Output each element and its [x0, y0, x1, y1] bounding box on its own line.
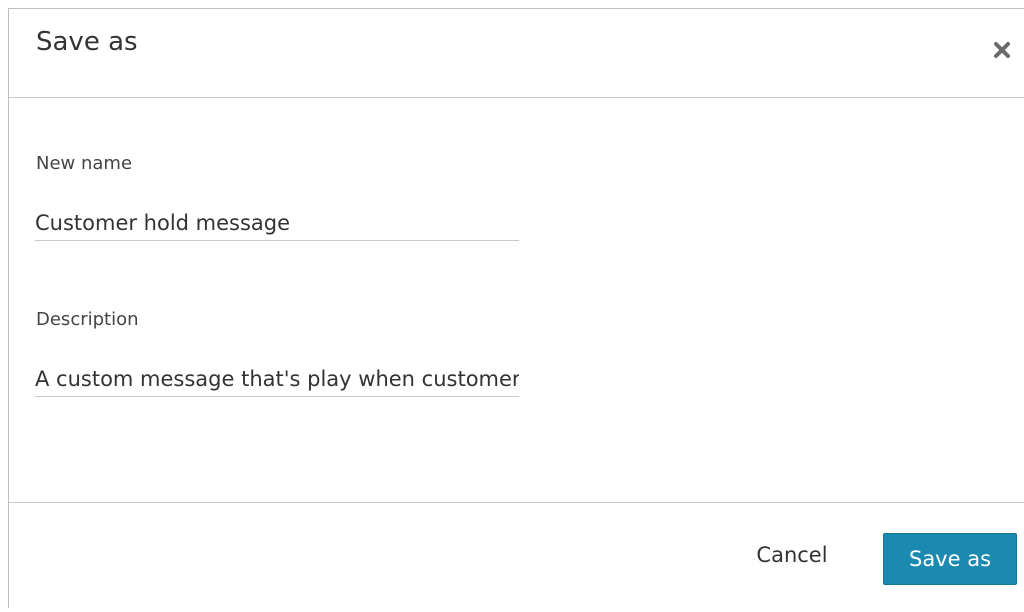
dialog-header: Save as — [9, 9, 1024, 98]
save-as-dialog: Save as New name Description Cancel Save… — [8, 8, 1024, 608]
save-as-button[interactable]: Save as — [883, 533, 1017, 585]
close-icon[interactable] — [987, 35, 1017, 65]
cancel-button[interactable]: Cancel — [737, 529, 847, 581]
new-name-label: New name — [36, 153, 133, 174]
dialog-body: New name Description — [9, 98, 1024, 502]
new-name-input[interactable] — [35, 205, 519, 241]
dialog-footer: Cancel Save as — [9, 502, 1024, 612]
dialog-title: Save as — [36, 27, 138, 57]
description-label: Description — [36, 309, 139, 330]
description-input[interactable] — [35, 361, 519, 397]
